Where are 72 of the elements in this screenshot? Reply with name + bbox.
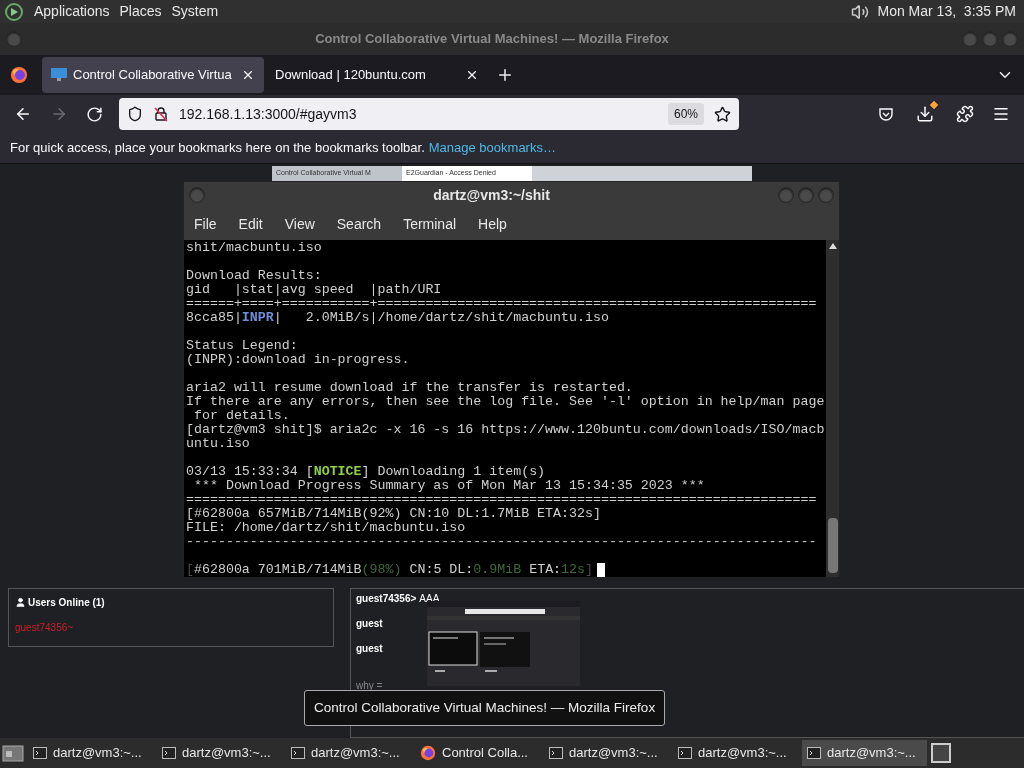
reload-icon[interactable] [86,105,103,123]
panel-menu[interactable]: Applications [34,1,110,23]
taskbar-item[interactable]: dartz@vm3:~... [157,739,282,766]
terminal-line: ======+====+===========+======================================================= [186,296,817,311]
panel-menu[interactable]: Places [119,1,162,23]
user-icon [15,596,26,608]
chat-user: guest [356,641,383,656]
terminal-icon [162,746,176,759]
volume-icon[interactable] [851,2,870,21]
terminal-line: 8cca85|INPR| 2.0MiB/s|/home/dartz/shit/macbuntu.iso [186,310,609,325]
browser-tab[interactable]: Control Collaborative Virtua [42,56,264,93]
terminal-line: FILE: /home/dartz/shit/macbuntu.iso [186,520,466,535]
panel-menu[interactable]: System [171,1,219,23]
pocket-icon[interactable] [878,106,894,123]
chat-user: guest74356> [356,591,417,606]
scroll-up-arrow-icon[interactable] [828,242,837,249]
terminal-icon [807,746,821,759]
firefox-icon [420,744,436,761]
terminal-line: Download Results: [186,268,322,283]
bookmarks-hint: For quick access, place your bookmarks here on the bookmarks toolbar. [10,139,425,158]
terminal-title: dartz@vm3:~/shit [432,185,551,205]
bookmark-star-icon[interactable] [714,105,731,123]
terminal-line: untu.iso [186,436,250,451]
terminal-line: [#62800a 701MiB/714MiB(98%) CN:5 DL:0.9MiB ETA:12s] [186,562,594,577]
terminal-icon [678,746,692,759]
terminal-menu[interactable]: Edit [238,213,263,235]
workspace-switcher[interactable] [931,742,951,763]
terminal-icon [33,746,47,759]
terminal-icon [291,746,305,759]
terminal-line: ------------------------------------------------------------------------------- [186,534,817,549]
monitor-icon [51,67,67,82]
chat-user: guest [356,616,383,631]
users-panel-title: Users Online (1) [28,595,105,610]
scrollbar-thumb[interactable] [827,517,838,573]
terminal-menu[interactable]: File [194,213,217,235]
terminal-menu[interactable]: View [284,213,315,235]
firefox-icon[interactable] [10,65,28,84]
terminal-menu[interactable]: Help [478,213,507,235]
show-desktop-icon[interactable] [2,742,24,763]
taskbar-item[interactable]: dartz@vm3:~... [28,739,153,766]
manage-bookmarks-link[interactable]: Manage bookmarks… [428,138,556,158]
terminal-line: If there are any errors, then see the log file. See '-l' option in help/man page [186,394,825,409]
taskbar-item[interactable]: dartz@vm3:~... [286,739,411,766]
taskbar-item[interactable]: dartz@vm3:~... [544,739,669,766]
distro-logo-icon[interactable] [4,1,24,22]
terminal-icon [549,746,563,759]
shield-icon[interactable] [127,106,143,123]
insecure-lock-icon[interactable] [153,106,169,123]
url-text: 192.168.1.13:3000/#gayvm3 [179,104,358,124]
terminal-menu[interactable]: Search [336,213,382,235]
terminal-line: =============================================================================== [186,492,817,507]
terminal-line: gid |stat|avg speed |path/URI [186,282,442,297]
address-bar[interactable]: 192.168.1.13:3000/#gayvm3 60% [119,98,739,131]
browser-tab[interactable]: Download | 120buntu.com [266,56,488,93]
terminal-line: *** Download Progress Summary as of Mon Mar 13 15:34:35 2023 *** [192,478,705,493]
taskbar-item[interactable]: dartz@vm3:~... [673,739,798,766]
window-title: Control Collaborative Virtual Machines! — Mozilla Firefox [314,30,670,49]
taskbar-item[interactable]: dartz@vm3:~... [802,739,927,766]
terminal-line: [dartz@vm3 shit]$ aria2c -x 16 -s 16 https://www.120buntu.com/downloads/ISO/macb [186,422,825,437]
terminal-line: aria2 will resume download if the transfer is restarted. [186,380,633,395]
terminal-line: Status Legend: [186,338,298,353]
zoom-level[interactable]: 60% [667,103,704,126]
terminal-line: shit/macbuntu.iso [186,240,322,255]
terminal-line: (INPR):download in-progress. [186,352,410,367]
terminal-menu[interactable]: Terminal [403,213,457,235]
taskbar-item[interactable]: Control Colla... [415,739,540,766]
tooltip: Control Collaborative Virtual Machines! — Mozilla Firefox [304,689,666,726]
terminal-line: for details. [192,408,290,423]
extensions-icon[interactable] [956,105,974,124]
clock: Mon Mar 13, 3:35 PM [877,2,1016,22]
terminal-line: 03/13 15:33:34 [NOTICE] Downloading 1 item(s) [186,464,546,479]
terminal-line: [#62800a 657MiB/714MiB(92%) CN:10 DL:1.7MiB ETA:32s] [186,506,601,521]
